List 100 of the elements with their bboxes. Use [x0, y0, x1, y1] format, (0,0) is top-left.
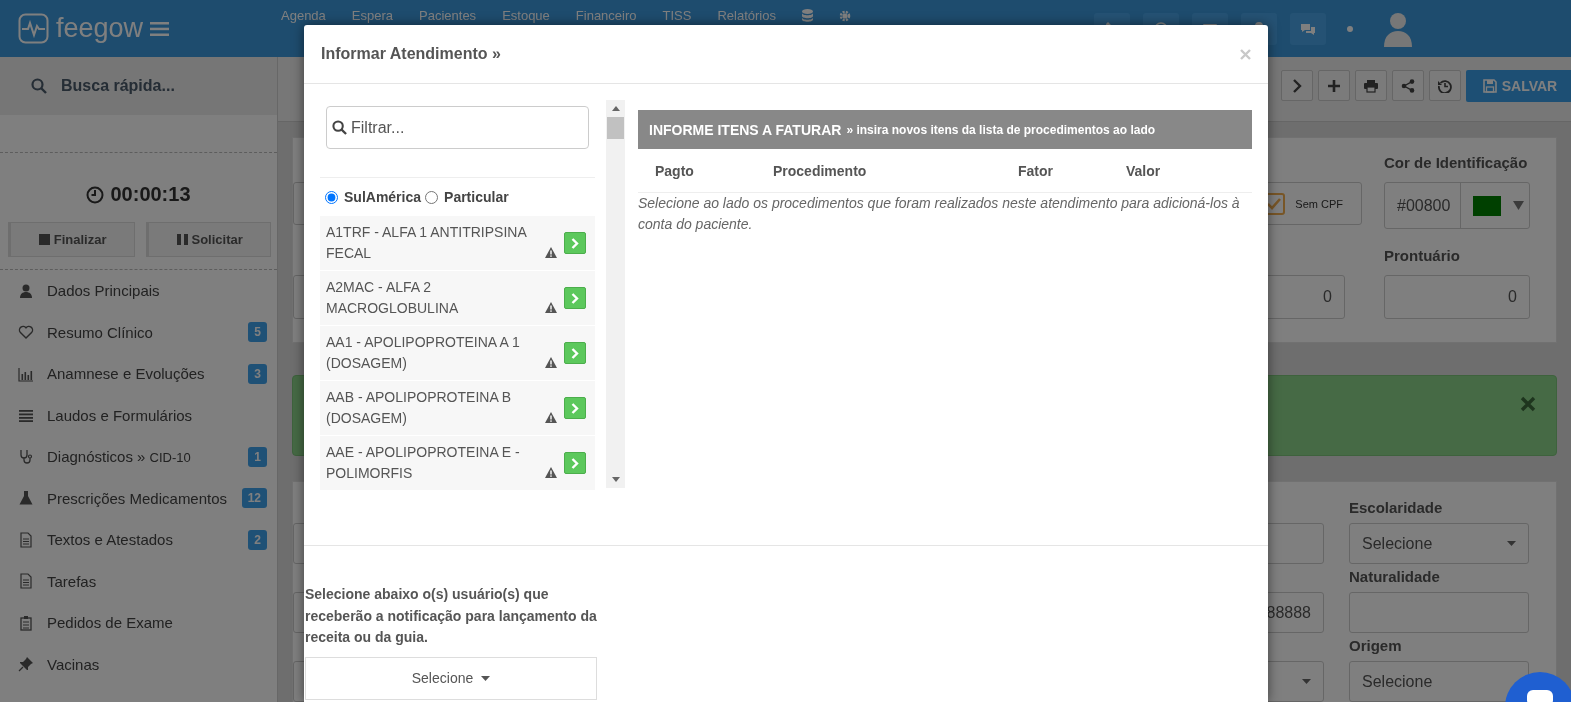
toolbar-button[interactable] — [1318, 70, 1350, 101]
caret-icon — [481, 675, 491, 681]
field-label: Cor de Identificação — [1384, 154, 1529, 172]
sidebar-item[interactable]: Prescrições Medicamentos 12 — [0, 477, 277, 519]
close-icon — [1240, 48, 1251, 60]
clipboard-icon — [18, 614, 34, 631]
history-icon — [1438, 78, 1452, 93]
filter-field[interactable]: Filtrar... — [326, 106, 589, 149]
chat-launcher-button[interactable] — [1505, 672, 1571, 702]
scrollbar[interactable] — [606, 100, 625, 488]
select-field[interactable]: Selecione — [1349, 523, 1529, 564]
sidebar-item[interactable]: Vacinas — [0, 643, 277, 685]
toolbar-button[interactable] — [1392, 70, 1424, 101]
bar-chart-icon — [18, 365, 34, 382]
radio-button[interactable] — [425, 190, 439, 204]
add-button[interactable] — [564, 342, 586, 364]
share-icon — [1401, 78, 1415, 93]
section-title: INFORME ITENS A FATURAR — [649, 121, 842, 138]
chevron-right-icon — [571, 292, 579, 304]
nav-link[interactable]: Espera — [351, 8, 394, 23]
pause-icon — [176, 234, 188, 245]
pin-icon — [18, 656, 34, 673]
procedure-name: A2MAC - ALFA 2 MACROGLOBULINA — [326, 278, 460, 318]
list-icon — [18, 407, 34, 424]
count-badge: 3 — [248, 363, 267, 384]
status-dot — [1347, 25, 1353, 32]
toolbar-button[interactable] — [1355, 70, 1387, 101]
text-field[interactable] — [1349, 592, 1529, 633]
add-button[interactable] — [564, 397, 586, 419]
column-header: Valor — [1126, 162, 1162, 179]
warning-icon — [545, 412, 557, 423]
radio-label: SulAmérica — [344, 189, 422, 205]
record-number-field[interactable]: 0 — [1384, 275, 1530, 319]
radio-button[interactable] — [325, 190, 338, 204]
user-select-dropdown[interactable]: Selecione — [305, 656, 597, 700]
field-label: Origem — [1349, 637, 1403, 655]
caret-icon — [1513, 201, 1524, 210]
gear-icon — [838, 9, 851, 22]
checkbox-label: Sem CPF — [1295, 197, 1343, 210]
sidebar-item[interactable]: Textos e Atestados 2 — [0, 519, 277, 561]
color-swatch — [1473, 195, 1501, 216]
document-icon — [18, 531, 34, 548]
chevron-right-icon — [1290, 78, 1304, 93]
sidebar-item[interactable]: Dados Principais — [0, 270, 277, 312]
search-icon — [31, 78, 47, 94]
sidebar-item[interactable]: Pedidos de Exame — [0, 602, 277, 644]
toolbar-button[interactable] — [1290, 12, 1326, 45]
sidebar-item[interactable]: Laudos e Formulários — [0, 394, 277, 436]
close-icon — [1520, 396, 1536, 413]
nav-link[interactable]: Pacientes — [419, 8, 477, 23]
add-button[interactable] — [564, 287, 586, 309]
caret-icon — [1302, 679, 1311, 684]
action-button[interactable]: Solicitar — [146, 222, 271, 257]
add-button[interactable] — [564, 232, 586, 254]
avatar-icon — [1384, 10, 1412, 47]
procedure-name: AAB - APOLIPOPROTEINA B (DOSAGEM) — [326, 388, 513, 428]
menu-icon — [150, 21, 170, 36]
plus-icon — [1327, 78, 1341, 93]
sidebar-item[interactable]: Tarefas — [0, 560, 277, 602]
warning-icon — [545, 357, 557, 368]
stop-icon — [38, 234, 50, 245]
printer-icon — [1364, 78, 1378, 93]
column-header: Fator — [1018, 162, 1054, 179]
add-button[interactable] — [564, 452, 586, 474]
column-header: Procedimento — [773, 162, 868, 179]
count-badge: 5 — [248, 322, 267, 343]
field-label: Prontuário — [1384, 247, 1461, 265]
search-field[interactable]: Busca rápida... — [61, 77, 175, 95]
count-badge: 2 — [248, 529, 267, 550]
nav-link[interactable]: Relatórios — [717, 8, 776, 23]
radio-label: Particular — [444, 189, 509, 205]
sidebar-item[interactable]: Diagnósticos » CID-10 1 — [0, 436, 277, 478]
toolbar-button[interactable] — [1429, 70, 1461, 101]
stethoscope-icon — [18, 448, 34, 465]
warning-icon — [545, 302, 557, 313]
sidebar-item[interactable]: Anamnese e Evoluções 3 — [0, 353, 277, 395]
nav-link[interactable]: Estoque — [502, 8, 550, 23]
count-badge: 1 — [248, 446, 267, 467]
toolbar-button[interactable] — [1281, 70, 1313, 101]
sidebar-item[interactable]: Resumo Clínico 5 — [0, 311, 277, 353]
heart-icon — [18, 324, 34, 341]
action-button[interactable]: Finalizar — [8, 222, 136, 257]
search-icon — [332, 120, 347, 135]
nav-link[interactable]: TISS — [662, 8, 692, 23]
save-button[interactable]: SALVAR — [1466, 70, 1571, 102]
logo-text: feegow — [56, 13, 144, 44]
modal-title: Informar Atendimento » — [321, 45, 501, 63]
nav-link[interactable]: Financeiro — [575, 8, 637, 23]
field-label: Naturalidade — [1349, 568, 1441, 586]
chevron-right-icon — [571, 347, 579, 359]
person-icon — [18, 282, 34, 299]
caret-icon — [1507, 541, 1516, 546]
chevron-right-icon — [571, 457, 579, 469]
notification-instructions: Selecione abaixo o(s) usuário(s) que receberão a notificação para lançamento da receita ou da guia. — [305, 585, 598, 647]
procedure-name: AAE - APOLIPOPROTEINA E - POLIMORFIS — [326, 443, 521, 483]
warning-icon — [545, 247, 557, 258]
procedure-name: AA1 - APOLIPOPROTEINA A 1 (DOSAGEM) — [326, 333, 521, 373]
color-picker-field[interactable]: #00800 — [1384, 182, 1530, 229]
timer-text: 00:00:13 — [110, 183, 191, 206]
nav-link[interactable]: Agenda — [281, 8, 326, 23]
